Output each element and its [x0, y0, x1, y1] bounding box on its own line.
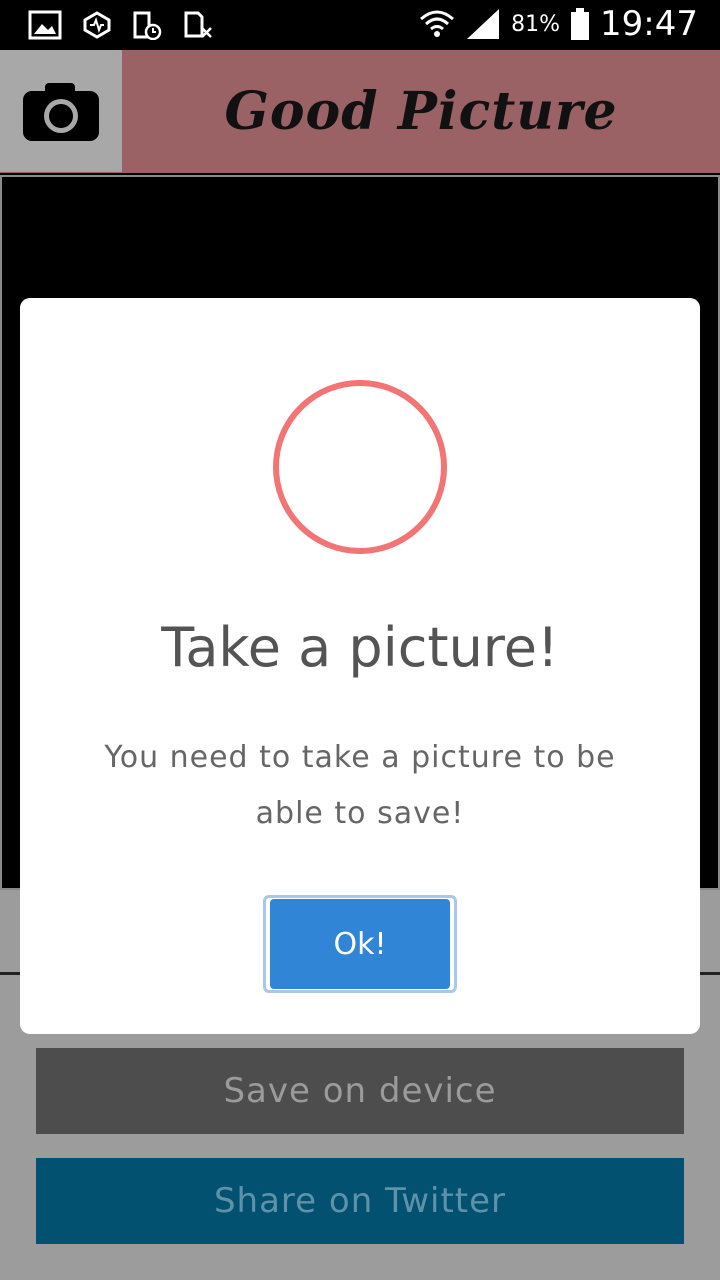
app-title: Good Picture: [224, 81, 618, 142]
camera-icon: [23, 83, 99, 141]
battery-percent: 81%: [511, 11, 561, 37]
dialog-message: You need to take a picture to be able to…: [104, 740, 616, 831]
app-header: Good Picture: [0, 50, 720, 173]
data-saver-icon: [83, 11, 111, 39]
dialog-title: Take a picture!: [161, 616, 559, 679]
signal-icon: [467, 9, 500, 39]
sim-off-icon: [184, 11, 212, 38]
gallery-icon: [28, 10, 62, 40]
ok-button-focus-ring: Ok!: [263, 895, 457, 993]
ok-button[interactable]: Ok!: [270, 899, 450, 989]
status-icons-left: [28, 10, 214, 40]
alert-dialog: Take a picture! You need to take a pictu…: [20, 298, 700, 1034]
status-icons-right: 81% 19:47: [419, 4, 698, 44]
save-on-device-button[interactable]: Save on device: [36, 1048, 684, 1134]
clock: 19:47: [600, 4, 698, 44]
status-bar: 81% 19:47: [0, 0, 720, 50]
battery-icon: [571, 8, 590, 40]
circle-icon: [273, 380, 447, 554]
wifi-icon: [420, 10, 455, 37]
phone-clock-icon: [133, 11, 162, 40]
camera-button[interactable]: [0, 50, 122, 172]
share-twitter-button[interactable]: Share on Twitter: [36, 1158, 684, 1244]
